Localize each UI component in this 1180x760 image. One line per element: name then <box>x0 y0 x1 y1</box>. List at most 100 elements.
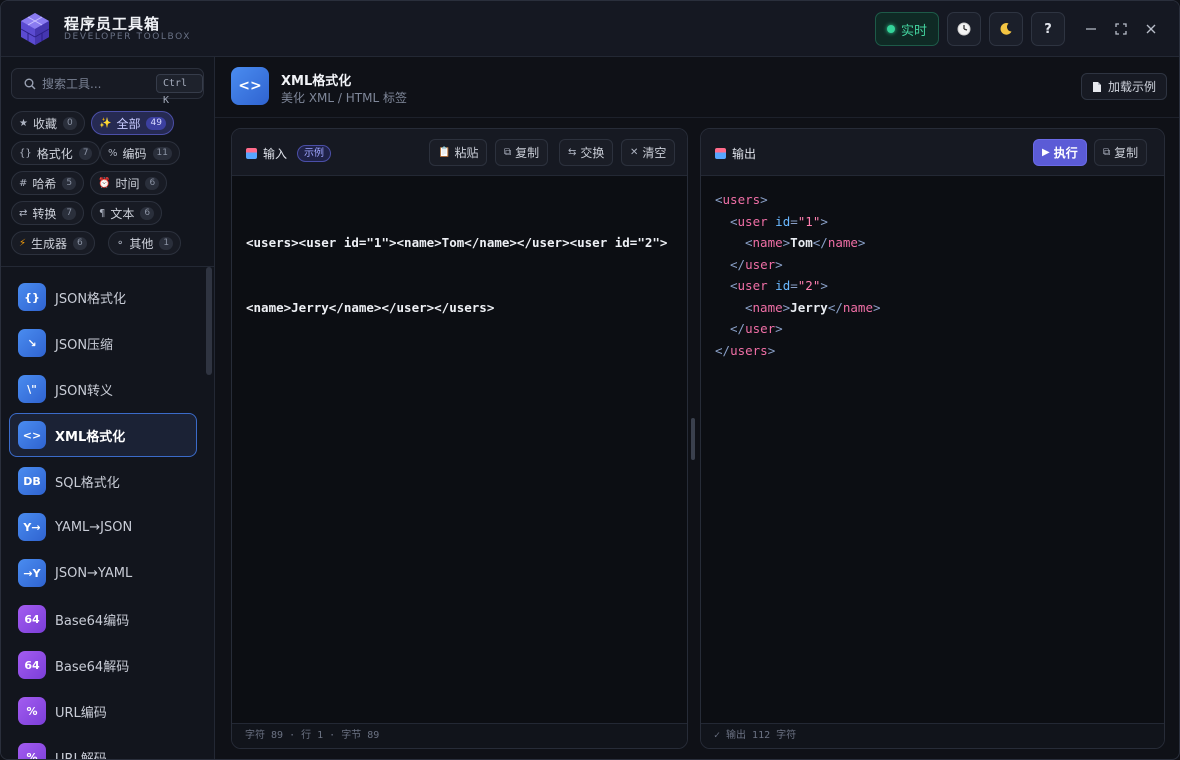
x-icon: ✕ <box>630 147 639 158</box>
maximize-button[interactable] <box>1111 19 1131 39</box>
help-button[interactable]: ? <box>1031 12 1065 46</box>
chip-count: 11 <box>152 146 172 160</box>
copy-icon: ⧉ <box>1103 147 1111 158</box>
output-panel-title: 输出 <box>715 145 756 162</box>
code-token: name <box>842 299 873 315</box>
run-button[interactable]: ▶ 执行 <box>1033 139 1087 166</box>
angle-brackets-icon: <> <box>18 421 46 449</box>
chip-generator[interactable]: ⚡ 生成器 6 <box>11 231 95 255</box>
hash-icon: # <box>19 177 28 189</box>
minimize-button[interactable] <box>1081 19 1101 39</box>
chip-all[interactable]: ✨ 全部 49 <box>91 111 174 135</box>
output-panel-header: 输出 ▶ 执行 ⧉ 复制 <box>701 129 1164 176</box>
clear-button[interactable]: ✕ 清空 <box>621 139 676 166</box>
chip-hash[interactable]: # 哈希 5 <box>11 171 85 195</box>
output-line: </user> <box>715 318 881 340</box>
chip-count: 6 <box>73 236 87 250</box>
output-line: </users> <box>715 340 881 362</box>
code-token: </ <box>715 342 731 358</box>
search-input[interactable] <box>42 75 146 93</box>
code-token: < <box>745 235 753 250</box>
code-token: Tom <box>790 235 813 250</box>
chip-label: 文本 <box>110 206 135 221</box>
code-token: > <box>775 321 783 336</box>
input-editor[interactable]: <users><user id="1"><name>Tom</name></us… <box>246 189 667 361</box>
chip-count: 0 <box>62 116 77 130</box>
input-panel-title: 输入 示例 <box>246 145 332 162</box>
chip-other[interactable]: ⚬ 其他 1 <box>108 231 182 255</box>
chip-label: 生成器 <box>31 236 68 251</box>
output-panel: 输出 ▶ 执行 ⧉ 复制 <users> <user id="1"> <name>T… <box>700 128 1165 749</box>
tool-item-json-format[interactable]: {} JSON格式化 <box>9 275 197 319</box>
code-token: < <box>730 278 738 293</box>
braces-icon: {} <box>19 147 32 159</box>
search-box[interactable]: Ctrl K <box>11 68 204 106</box>
sample-badge: 示例 <box>297 145 332 162</box>
tool-item-base64-decode[interactable]: 64 Base64解码 <box>9 643 197 687</box>
swap-icon: ⇆ <box>568 147 577 158</box>
code-token: name <box>827 235 858 250</box>
tool-item-xml-format[interactable]: <> XML格式化 <box>9 413 197 457</box>
base64-icon: 64 <box>18 651 46 679</box>
copy-output-button[interactable]: ⧉ 复制 <box>1094 139 1148 166</box>
tool-item-json-to-yaml[interactable]: →Y JSON→YAML <box>9 551 197 595</box>
paste-button[interactable]: 📋 粘贴 <box>429 139 488 166</box>
panel-resize-handle[interactable] <box>691 418 695 460</box>
pilcrow-icon: ¶ <box>99 207 106 219</box>
live-toggle-button[interactable]: 实时 <box>875 12 939 46</box>
code-token: > <box>857 235 866 250</box>
tool-item-yaml-to-json[interactable]: Y→ YAML→JSON <box>9 505 197 549</box>
output-line: </user> <box>715 254 881 276</box>
theme-toggle-button[interactable] <box>989 12 1023 46</box>
copy-input-button[interactable]: ⧉ 复制 <box>495 139 549 166</box>
chip-label: 转换 <box>32 206 57 221</box>
maximize-icon <box>1115 23 1127 35</box>
chip-text[interactable]: ¶ 文本 6 <box>91 201 163 225</box>
chip-count: 6 <box>140 206 155 220</box>
output-title-label: 输出 <box>732 147 757 161</box>
swap-button[interactable]: ⇆ 交换 <box>559 139 614 166</box>
input-line: <name>Jerry</name></user></users> <box>246 299 495 315</box>
code-token: id <box>775 213 791 229</box>
input-stats: 字符 89 · 行 1 · 字节 89 <box>232 723 687 748</box>
chip-count: 5 <box>62 176 77 190</box>
code-token: > <box>820 213 828 229</box>
code-token: </ <box>827 299 843 315</box>
chip-time[interactable]: ⏰ 时间 6 <box>90 171 168 195</box>
tool-label: XML格式化 <box>55 429 126 445</box>
load-sample-button[interactable]: 加载示例 <box>1081 73 1168 100</box>
tool-item-json-minify[interactable]: ↘ JSON压缩 <box>9 321 197 365</box>
history-button[interactable] <box>947 12 981 46</box>
tool-label: YAML→JSON <box>55 519 133 535</box>
chip-convert[interactable]: ⇄ 转换 7 <box>11 201 85 225</box>
tool-item-json-escape[interactable]: \" JSON转义 <box>9 367 197 411</box>
input-title-label: 输入 <box>263 147 288 161</box>
output-viewer: <users> <user id="1"> <name>Tom</name> </us… <box>715 189 881 361</box>
chip-favorites[interactable]: ★ 收藏 0 <box>11 111 85 135</box>
chip-format[interactable]: {} 格式化 7 <box>11 141 101 165</box>
run-label: 执行 <box>1053 146 1078 160</box>
close-button[interactable] <box>1141 19 1161 39</box>
tool-item-base64-encode[interactable]: 64 Base64编码 <box>9 597 197 641</box>
code-token: Jerry <box>790 299 828 315</box>
chip-label: 时间 <box>115 176 140 191</box>
sidebar-scrollbar[interactable] <box>206 267 212 375</box>
code-token: = <box>790 213 798 229</box>
tool-item-url-encode[interactable]: % URL编码 <box>9 689 197 733</box>
clock-icon <box>957 22 971 36</box>
tool-item-sql-format[interactable]: DB SQL格式化 <box>9 459 197 503</box>
page-title: XML格式化 <box>281 74 352 89</box>
code-token: user <box>737 278 768 293</box>
tool-item-url-decode[interactable]: % URL解码 <box>9 735 197 759</box>
star-icon: ★ <box>19 117 28 129</box>
chip-label: 编码 <box>122 146 147 161</box>
close-icon <box>1146 24 1156 34</box>
tool-label: URL编码 <box>55 705 107 721</box>
output-line: <users> <box>715 189 881 211</box>
json-to-yaml-icon: →Y <box>18 559 46 587</box>
chip-encode[interactable]: % 编码 11 <box>100 141 180 165</box>
yaml-to-json-icon: Y→ <box>18 513 46 541</box>
code-token: user <box>737 213 768 229</box>
tool-header: <> XML格式化 美化 XML / HTML 标签 加载示例 <box>215 57 1179 118</box>
output-icon <box>715 148 726 159</box>
